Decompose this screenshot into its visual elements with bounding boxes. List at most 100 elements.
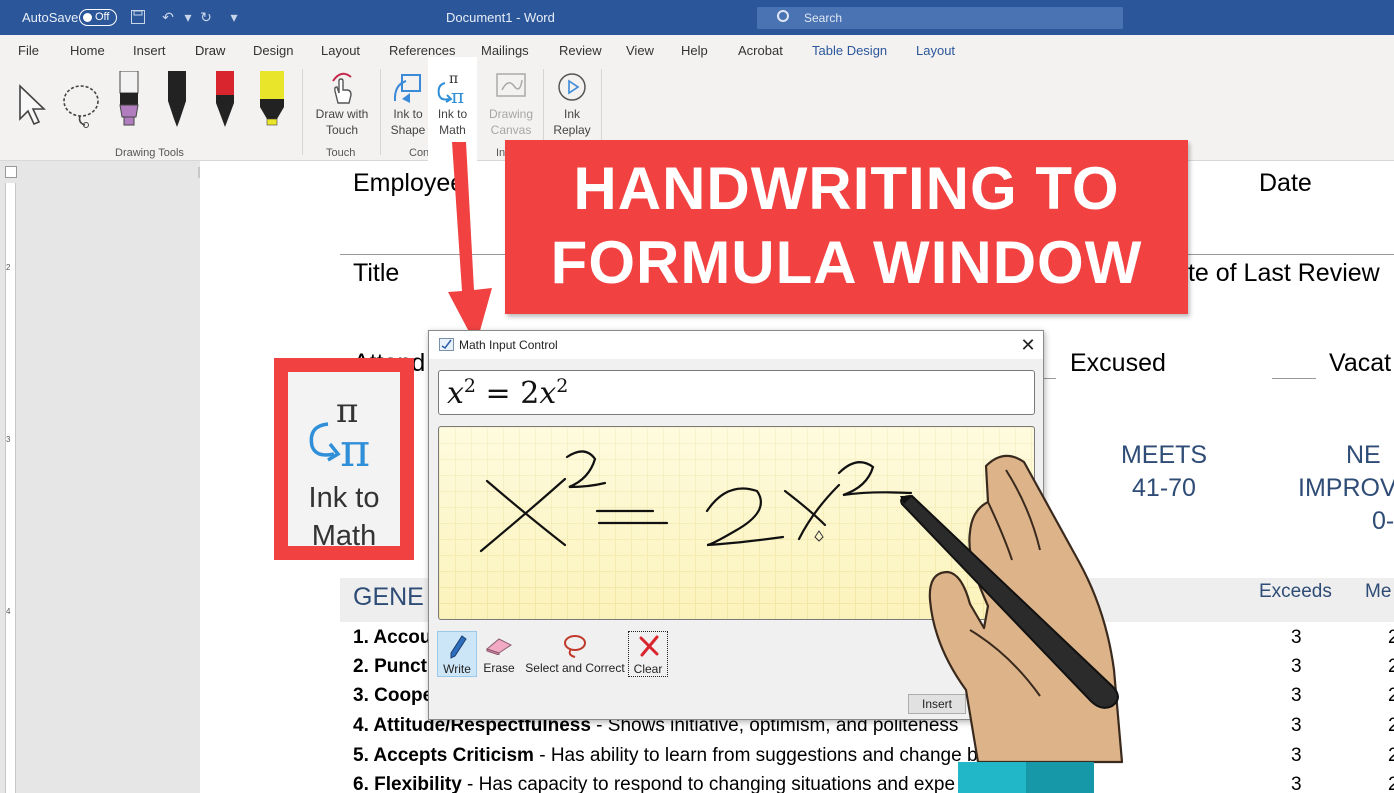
erase-tool-label: Erase (483, 661, 515, 675)
tab-help[interactable]: Help (681, 43, 708, 58)
autosave-toggle[interactable]: Off (79, 9, 117, 26)
pen-red-icon[interactable] (214, 71, 236, 132)
title-label: Title (353, 259, 400, 287)
drawing-canvas-button[interactable]: Drawing Canvas (484, 106, 538, 138)
blank-line (1272, 378, 1316, 379)
zoom-callout-label-2: Math (311, 520, 377, 552)
criteria-title: 1. Accou (353, 627, 432, 648)
ink-replay-icon (556, 72, 588, 107)
headline-banner: HANDWRITING TO FORMULA WINDOW (505, 140, 1188, 314)
svg-text:π: π (451, 84, 464, 105)
ink-to-math-icon: ππ (435, 71, 471, 110)
pen-icon (448, 634, 468, 663)
needs-improvement-heading: NE IMPROV 0- (1298, 439, 1394, 538)
headline-line-2: FORMULA WINDOW (550, 229, 1143, 296)
formula-operator: = 2 (476, 376, 540, 411)
math-input-icon (439, 338, 454, 351)
tab-table-design[interactable]: Table Design (812, 43, 887, 58)
tab-insert[interactable]: Insert (133, 43, 166, 58)
pen-black-icon[interactable] (166, 71, 188, 132)
meets-score: 2 (1388, 656, 1394, 677)
criteria-row: 1. Accou (353, 627, 432, 649)
criteria-description: - Has capacity to respond to changing si… (461, 774, 956, 793)
exceeds-score: 3 (1291, 656, 1302, 677)
eraser-icon (485, 637, 513, 658)
zoom-callout-panel: ππ Ink to Math (288, 372, 400, 552)
dialog-title-bar[interactable]: Math Input Control ✕ (429, 331, 1043, 359)
ink-to-math-large-icon: ππ (304, 391, 384, 477)
search-box[interactable]: Search (757, 7, 1123, 29)
tab-references[interactable]: References (389, 43, 455, 58)
highlighter-yellow-icon[interactable] (258, 71, 286, 132)
write-tool-label: Write (443, 662, 471, 676)
autosave-state: Off (95, 11, 110, 23)
select-and-correct-label: Select and Correct (525, 661, 625, 675)
tab-home[interactable]: Home (70, 43, 105, 58)
erase-tool[interactable]: Erase (481, 631, 517, 677)
write-tool[interactable]: Write (437, 631, 477, 677)
ink-to-shape-icon[interactable] (392, 71, 424, 110)
criteria-row: 6. Flexibility - Has capacity to respond… (353, 774, 955, 793)
criteria-title: 5. Accepts Criticism (353, 745, 534, 766)
draw-with-touch-label-2: Touch (325, 123, 359, 137)
exceeds-score: 3 (1291, 715, 1302, 736)
lasso-select-icon[interactable] (60, 83, 106, 134)
formula-base-1: x (447, 376, 464, 411)
select-arrow-icon[interactable] (16, 83, 48, 132)
tab-mailings[interactable]: Mailings (481, 43, 529, 58)
tab-selector[interactable] (5, 166, 17, 178)
criteria-title: 2. Punctu (353, 656, 439, 677)
dialog-title: Math Input Control (459, 338, 558, 352)
criteria-row: 3. Coope (353, 685, 433, 707)
vertical-ruler[interactable]: 2 3 4 (0, 183, 22, 793)
lasso-icon (561, 633, 589, 662)
criteria-title: 3. Coope (353, 685, 434, 706)
select-and-correct-tool[interactable]: Select and Correct (523, 631, 627, 677)
title-bar: AutoSave Off ↶ ▾ ↻ ▾ Document1 - Word Se… (0, 0, 1394, 35)
tab-draw[interactable]: Draw (193, 43, 227, 66)
ink-to-math-label-1: Ink to (437, 107, 468, 121)
tab-file[interactable]: File (18, 43, 39, 58)
formula-preview-text: x2 = 2x2 (447, 375, 568, 411)
group-label-drawing-tools: Drawing Tools (115, 147, 184, 159)
tab-design[interactable]: Design (253, 43, 293, 58)
tab-table-layout[interactable]: Layout (916, 43, 955, 58)
clear-tool[interactable]: Clear (628, 631, 668, 677)
draw-with-touch-button[interactable]: Draw with Touch (310, 106, 374, 138)
zoom-callout-label-1: Ink to (308, 482, 380, 514)
redo-icon[interactable]: ↻ (198, 9, 214, 25)
ribbon-separator (380, 69, 381, 155)
exceeds-column-header: Exceeds (1259, 581, 1332, 602)
ruler-number: 2 (6, 263, 11, 272)
tab-view[interactable]: View (626, 43, 654, 58)
improvement-label: IMPROV (1298, 474, 1394, 502)
tab-acrobat[interactable]: Acrobat (738, 43, 783, 58)
close-icon[interactable]: ✕ (1017, 335, 1039, 355)
drawing-canvas-label-1: Drawing (488, 107, 533, 121)
pencil-pink-icon[interactable] (118, 70, 140, 132)
vacation-label: Vacat (1329, 349, 1392, 377)
undo-dropdown-icon[interactable]: ▾ (180, 9, 196, 25)
ink-to-shape-label-1: Ink to (393, 107, 423, 121)
toggle-knob (83, 13, 92, 22)
undo-icon[interactable]: ↶ (160, 9, 176, 25)
clear-tool-label: Clear (633, 662, 663, 676)
autosave-label: AutoSave (22, 10, 79, 25)
meets-score: 2 (1388, 715, 1394, 736)
search-placeholder: Search (804, 11, 843, 25)
meets-score: 2 (1388, 774, 1394, 793)
needs-range: 0- (1372, 507, 1394, 535)
svg-text:π: π (340, 423, 370, 470)
tab-layout[interactable]: Layout (321, 43, 360, 58)
save-icon[interactable] (130, 9, 146, 25)
tab-review[interactable]: Review (559, 43, 602, 58)
drawing-canvas-label-2: Canvas (490, 123, 532, 137)
criteria-row: 5. Accepts Criticism - Has ability to le… (353, 745, 978, 767)
ink-to-shape-button[interactable]: Ink to Shape (386, 106, 430, 138)
ink-replay-button[interactable]: Ink Replay (548, 106, 596, 138)
ruler-number: 4 (6, 607, 11, 616)
meets-column-header: Me (1365, 581, 1392, 602)
document-title: Document1 - Word (446, 10, 555, 25)
draw-with-touch-icon[interactable] (327, 71, 357, 110)
customize-toolbar-icon[interactable]: ▾ (226, 9, 242, 25)
